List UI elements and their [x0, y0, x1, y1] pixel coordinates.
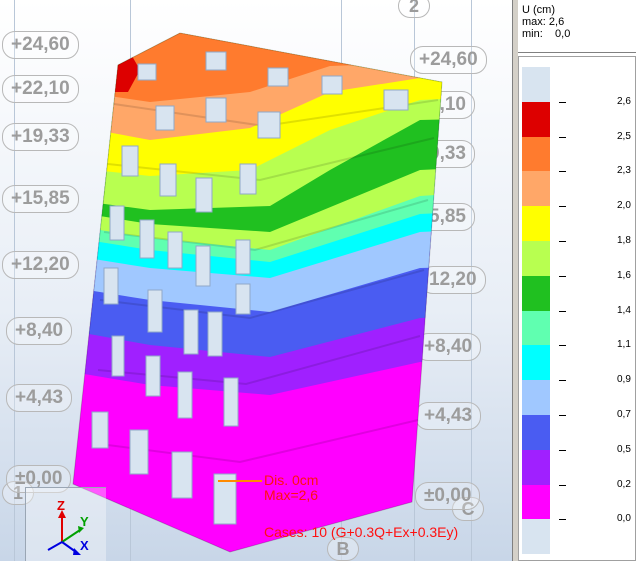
window-opening	[109, 205, 125, 241]
window-opening	[321, 75, 343, 95]
legend-color-swatch	[522, 171, 550, 207]
legend-tick	[559, 484, 566, 486]
legend-color-swatch	[522, 310, 550, 346]
window-opening	[167, 231, 183, 269]
window-opening	[177, 371, 193, 419]
building-displacement-map[interactable]	[0, 0, 512, 561]
legend-max: max: 2,6	[522, 16, 565, 28]
legend-value-label: 2,6	[617, 95, 631, 107]
axis-x-label: X	[80, 538, 89, 553]
window-opening	[155, 105, 175, 131]
axis-triad-icon	[47, 510, 84, 555]
window-opening	[195, 177, 213, 213]
legend-tick	[559, 136, 566, 138]
legend-color-swatch	[522, 449, 550, 485]
legend-value-label: 2,5	[617, 130, 631, 142]
window-opening	[267, 67, 289, 87]
window-opening	[205, 97, 227, 123]
result-max: Max=2,6	[264, 487, 319, 503]
window-opening	[121, 145, 139, 177]
window-opening	[137, 63, 157, 81]
window-opening	[223, 377, 239, 427]
legend-tick	[559, 241, 566, 242]
legend-tick	[559, 206, 566, 208]
window-opening	[195, 245, 211, 287]
legend-tick	[559, 449, 566, 451]
window-opening	[239, 163, 257, 195]
window-opening	[207, 311, 223, 357]
legend-value-label: 1,6	[617, 269, 631, 281]
legend-value-label: 0,5	[617, 443, 631, 455]
legend-value-label: 0,2	[617, 478, 631, 490]
window-opening	[145, 355, 161, 397]
legend-value-label: 0,0	[617, 513, 631, 525]
legend-tick	[559, 101, 566, 103]
window-opening	[147, 289, 163, 333]
model-viewport[interactable]: 2 1 B C +24,60 +22,10 +19,33 +15,85 +12,…	[0, 0, 512, 561]
coordinate-triad: Z Y X	[25, 487, 106, 561]
legend-value-label: 0,9	[617, 374, 631, 386]
legend-tick	[559, 275, 566, 277]
window-opening	[257, 111, 281, 139]
legend-panel: U (cm) max: 2,6 min: 0,0 2,6 2,5 2,3 2,0 1,8…	[518, 0, 636, 561]
legend-color-swatch	[522, 206, 550, 241]
legend-title: U (cm)	[522, 4, 555, 16]
window-opening	[129, 429, 149, 475]
legend-value-label: 1,1	[617, 339, 631, 351]
axis-z-label: Z	[57, 498, 65, 513]
legend-color-swatch	[522, 519, 550, 555]
legend-tick	[559, 345, 566, 347]
window-opening	[183, 309, 199, 355]
legend-color-swatch	[522, 380, 550, 415]
legend-color-swatch	[522, 275, 550, 311]
window-opening	[383, 89, 409, 111]
legend-tick	[559, 519, 566, 521]
window-opening	[159, 163, 177, 197]
window-opening	[103, 267, 119, 305]
legend-value-label: 2,3	[617, 165, 631, 177]
legend-color-swatch	[522, 345, 550, 381]
window-opening	[139, 219, 155, 259]
legend-header: U (cm) max: 2,6 min: 0,0	[522, 4, 570, 40]
legend-value-label: 0,7	[617, 409, 631, 420]
window-opening	[91, 411, 109, 449]
legend-tick	[559, 380, 566, 382]
legend-color-swatch	[522, 241, 550, 276]
legend-color-swatch	[522, 67, 550, 102]
axis-y-label: Y	[80, 514, 89, 529]
legend-min: min: 0,0	[522, 28, 571, 40]
legend-tick	[559, 171, 566, 173]
window-opening	[171, 451, 193, 499]
legend-tick	[559, 310, 566, 312]
window-opening	[235, 283, 251, 315]
legend-value-label: 2,0	[617, 200, 631, 212]
legend-color-swatch	[522, 136, 550, 172]
window-opening	[235, 239, 251, 275]
legend-separator	[518, 52, 636, 53]
legend-value-label: 1,4	[617, 304, 631, 316]
result-cases: Cases: 10 (G+0.3Q+Ex+0.3Ey)	[264, 524, 459, 540]
legend-value-label: 1,8	[617, 235, 631, 246]
legend-color-swatch	[522, 484, 550, 520]
legend-color-swatch	[522, 415, 550, 450]
legend-tick	[559, 415, 566, 416]
legend-color-swatch	[522, 101, 550, 137]
window-opening	[205, 51, 227, 71]
result-dis: Dis. 0cm	[264, 472, 319, 488]
window-opening	[111, 335, 125, 377]
color-scale[interactable]: 2,6 2,5 2,3 2,0 1,8 1,6 1,4 1,1 0,9 0,7 0,5 0,2 0,0	[518, 56, 636, 561]
